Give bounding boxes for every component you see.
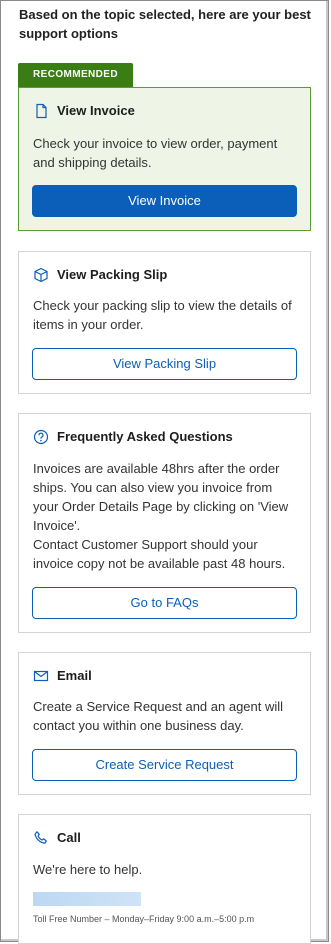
call-card: Call We're here to help. Toll Free Numbe… <box>18 814 311 944</box>
card-title-row: Email <box>33 668 92 684</box>
card-title-row: Frequently Asked Questions <box>33 429 233 445</box>
go-to-faqs-button[interactable]: Go to FAQs <box>32 587 297 619</box>
email-card: Email Create a Service Request and an ag… <box>18 652 311 795</box>
card-title: Email <box>57 668 92 683</box>
view-packing-slip-button[interactable]: View Packing Slip <box>32 348 297 380</box>
call-hours-note: Toll Free Number – Monday–Friday 9:00 a.… <box>33 914 255 924</box>
packing-slip-card: View Packing Slip Check your packing sli… <box>18 251 311 394</box>
card-title-row: View Packing Slip <box>33 267 167 283</box>
redacted-phone-number[interactable] <box>33 892 141 906</box>
card-title: Call <box>57 830 81 845</box>
card-description: We're here to help. <box>33 862 143 877</box>
view-invoice-card: View Invoice Check your invoice to view … <box>18 87 311 231</box>
mail-icon <box>33 668 49 684</box>
faq-paragraph-2: Contact Customer Support should your inv… <box>33 537 286 571</box>
box-icon <box>33 267 49 283</box>
card-description: Check your packing slip to view the deta… <box>33 298 292 332</box>
phone-icon <box>33 830 49 846</box>
intro-text: Based on the topic selected, here are yo… <box>19 7 311 41</box>
document-icon <box>33 103 49 119</box>
card-description: Invoices are available 48hrs after the o… <box>33 459 298 573</box>
view-invoice-button[interactable]: View Invoice <box>32 185 297 217</box>
recommended-badge: RECOMMENDED <box>18 63 133 87</box>
card-title: View Packing Slip <box>57 267 168 282</box>
faq-card: Frequently Asked Questions Invoices are … <box>18 413 311 633</box>
card-title-row: Call <box>33 830 81 846</box>
faq-paragraph: Invoices are available 48hrs after the o… <box>33 461 289 533</box>
create-service-request-button[interactable]: Create Service Request <box>32 749 297 781</box>
card-description: Check your invoice to view order, paymen… <box>33 136 278 170</box>
card-title: View Invoice <box>57 103 135 118</box>
card-title-row: View Invoice <box>33 103 135 119</box>
card-title: Frequently Asked Questions <box>57 429 233 444</box>
card-description: Create a Service Request and an agent wi… <box>33 699 284 733</box>
help-circle-icon <box>33 429 49 445</box>
